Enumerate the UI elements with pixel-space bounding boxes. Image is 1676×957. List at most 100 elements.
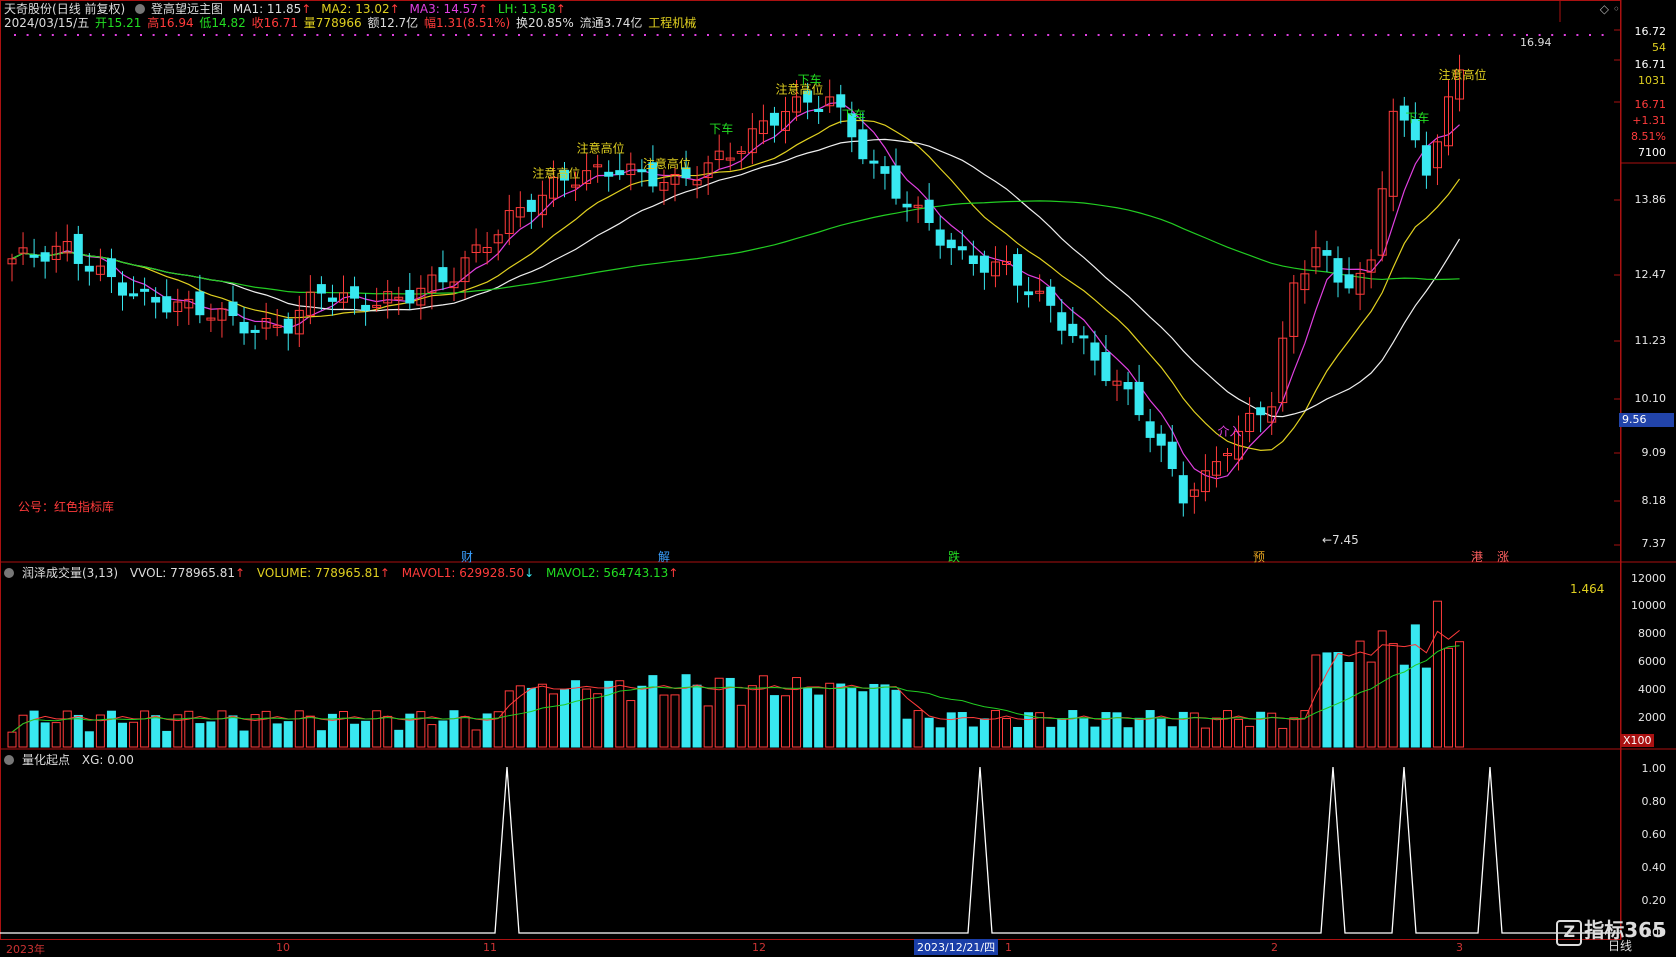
signal-dot — [1463, 34, 1465, 36]
signal-dot — [593, 34, 596, 36]
volume-bar — [228, 715, 238, 748]
volume-bar — [847, 688, 857, 748]
candle-body — [891, 165, 901, 199]
signal-dot — [177, 34, 180, 36]
event-label-die[interactable]: 跌 — [948, 548, 960, 565]
event-label-jie[interactable]: 解 — [658, 548, 670, 565]
volume-bar — [1289, 717, 1299, 748]
volume-bar — [1090, 726, 1100, 748]
candle-body — [924, 199, 934, 223]
signal-axis-label: 0.60 — [1641, 828, 1667, 841]
candle-body — [615, 170, 625, 176]
signal-axis-label: 1.00 — [1641, 762, 1667, 775]
volume-bar — [1134, 717, 1144, 748]
signal-axis-label: 0.80 — [1641, 795, 1667, 808]
signal-dot — [770, 34, 772, 36]
volume-bar — [537, 683, 547, 748]
volume-bar — [1444, 647, 1453, 748]
volume-bar — [1079, 718, 1089, 748]
ma1-line — [11, 101, 1460, 480]
volume-bar — [239, 730, 249, 748]
candle-body — [316, 284, 326, 294]
volume-bar — [858, 691, 868, 748]
volume-bar — [1200, 727, 1210, 748]
signal-dot — [240, 34, 243, 36]
volume-indicator-name[interactable]: 润泽成交量(3,13) — [22, 566, 118, 580]
price-axis-label: 13.86 — [1634, 193, 1667, 206]
volume-bar — [195, 723, 205, 748]
candle-body — [151, 296, 161, 303]
signal-spikes — [0, 766, 1620, 934]
signal-dot — [820, 34, 823, 36]
signal-dot — [203, 34, 205, 36]
high-marker: 16.94 — [1520, 36, 1552, 49]
signal-dot — [190, 34, 193, 36]
signal-dot — [681, 34, 684, 36]
candle-body — [361, 304, 371, 311]
candle-body — [935, 229, 945, 246]
signal-dot — [329, 34, 331, 36]
volume-bar — [394, 729, 404, 748]
signal-dot — [316, 34, 319, 36]
price-axis-label: 7.37 — [1641, 537, 1667, 550]
signal-dot — [102, 34, 105, 36]
indicator-settings-icon[interactable] — [4, 753, 22, 767]
signal-dot — [1551, 34, 1554, 36]
volume-bar — [471, 729, 481, 748]
volume-bar — [924, 717, 934, 748]
event-label-zhang[interactable]: 涨 — [1497, 548, 1509, 565]
candle-body — [1344, 274, 1354, 289]
x-axis-label: 12 — [752, 941, 766, 954]
candle-body — [1079, 335, 1089, 339]
volume-bar — [990, 710, 1000, 748]
candle-body — [228, 301, 238, 317]
moving-averages — [11, 101, 1461, 480]
signal-dot — [1563, 34, 1566, 36]
volume-axis-label: 6000 — [1638, 655, 1666, 668]
signal-dot — [568, 34, 571, 36]
kline-chart[interactable]: 注意高位注意高位注意高位下车注意高位下车下车 下车注意高位介入 — [0, 0, 1676, 957]
volume-bar — [560, 688, 569, 748]
candle-body — [526, 199, 536, 212]
signal-dot — [505, 34, 508, 36]
ma3-line — [11, 138, 1461, 418]
volume-axis-label: 2000 — [1638, 711, 1666, 724]
signal-dot — [1274, 34, 1276, 36]
event-label-yu[interactable]: 预 — [1253, 548, 1265, 565]
volume-bar — [1013, 726, 1023, 748]
signal-dot — [959, 34, 961, 36]
event-label-gang[interactable]: 港 — [1471, 548, 1483, 565]
signal-dot — [442, 34, 445, 36]
indicator-settings-icon[interactable] — [4, 566, 22, 580]
signal-dot — [719, 34, 722, 36]
signal-dot — [921, 34, 924, 36]
volume-bar — [1057, 718, 1067, 748]
signal-dot — [732, 34, 735, 36]
volume-bar — [1278, 727, 1288, 748]
volume-bar — [361, 720, 371, 748]
signal-dot — [1412, 34, 1415, 36]
signal-dot — [707, 34, 709, 36]
signal-dot — [757, 34, 760, 36]
candle-body — [869, 160, 879, 164]
volume-bar — [1068, 710, 1078, 748]
volume-axis-label: 4000 — [1638, 683, 1666, 696]
price-axis-label: 16.72 — [1634, 25, 1667, 38]
volume-bar — [526, 687, 536, 748]
volume-bar — [1245, 725, 1255, 748]
signal-dot — [807, 34, 810, 36]
chart-annotation: 注意高位 — [577, 141, 625, 156]
price-axis-label: 12.47 — [1634, 268, 1667, 281]
volume-ma-line — [11, 630, 1460, 733]
signal-dot — [1299, 34, 1302, 36]
signal-dot — [833, 34, 835, 36]
signal-indicator-name[interactable]: 量化起点 — [22, 753, 70, 767]
x-axis-label: 2 — [1271, 941, 1278, 954]
signal-dot — [1311, 34, 1314, 36]
volume-bar — [316, 730, 326, 748]
candle-body — [1068, 323, 1078, 337]
volume-bar — [460, 716, 470, 748]
signal-dot — [1400, 34, 1402, 36]
event-label-cai[interactable]: 财 — [461, 548, 473, 565]
signal-dot — [1337, 34, 1339, 36]
